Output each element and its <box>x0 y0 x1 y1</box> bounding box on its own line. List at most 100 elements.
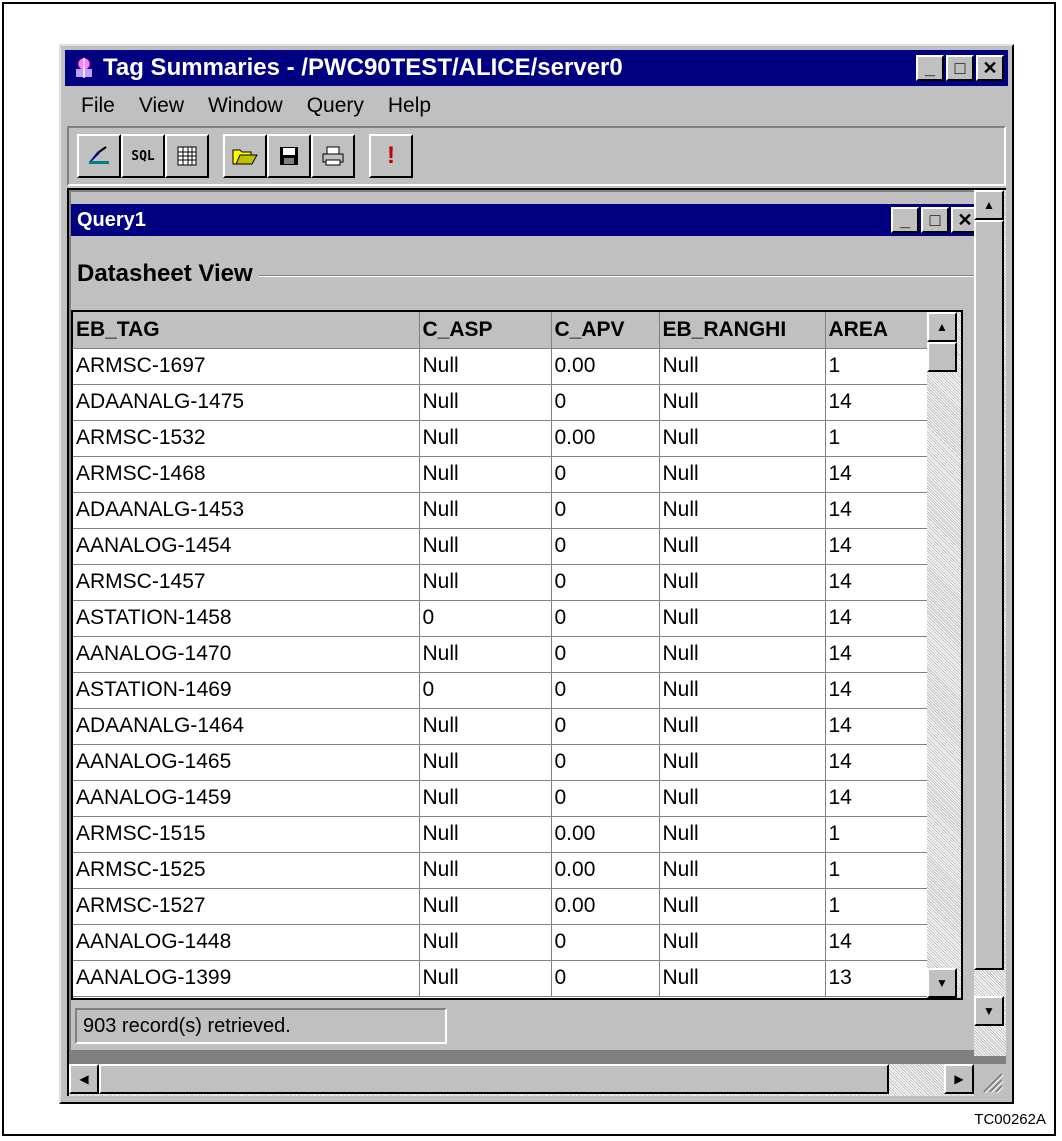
table-cell[interactable]: Null <box>659 744 826 781</box>
table-cell[interactable]: Null <box>659 672 826 709</box>
table-cell[interactable]: ARMSC-1697 <box>73 348 420 385</box>
table-cell[interactable]: AANALOG-1470 <box>73 636 420 673</box>
grid-scroll-down-button[interactable]: ▼ <box>927 968 957 998</box>
table-cell[interactable]: 0 <box>551 672 660 709</box>
mdi-vertical-scrollbar[interactable]: ▲ ▼ <box>974 190 1006 1056</box>
mdi-scroll-left-button[interactable]: ◀ <box>69 1064 99 1094</box>
col-header-c-asp[interactable]: C_ASP <box>419 312 552 349</box>
table-row[interactable]: ADAANALG-1453 Null 0 Null 14 <box>73 492 932 529</box>
mdi-horizontal-scrollbar[interactable]: ◀ ▶ <box>69 1064 974 1096</box>
table-cell[interactable]: 0 <box>551 564 660 601</box>
table-cell[interactable]: Null <box>659 816 826 853</box>
col-header-c-apv[interactable]: C_APV <box>551 312 660 349</box>
open-button[interactable] <box>223 134 267 178</box>
datasheet-button[interactable] <box>165 134 209 178</box>
datasheet-grid[interactable]: EB_TAG C_ASP C_APV EB_RANGHI AREA ARMSC-… <box>71 310 963 1000</box>
menu-query[interactable]: Query <box>297 94 378 118</box>
table-cell[interactable]: Null <box>659 924 826 961</box>
size-grip[interactable] <box>974 1064 1006 1096</box>
table-cell[interactable]: ARMSC-1515 <box>73 816 420 853</box>
mdi-scroll-thumb[interactable] <box>974 220 1004 970</box>
table-row[interactable]: ARMSC-1532 Null 0.00 Null 1 <box>73 420 932 457</box>
table-cell[interactable]: 1 <box>825 852 932 889</box>
grid-vertical-scrollbar[interactable]: ▲ ▼ <box>927 312 961 998</box>
table-cell[interactable]: Null <box>419 924 552 961</box>
table-cell[interactable]: 0.00 <box>551 888 660 925</box>
table-cell[interactable]: 0 <box>551 384 660 421</box>
menu-help[interactable]: Help <box>378 94 445 118</box>
maximize-button[interactable]: □ <box>946 55 974 81</box>
table-cell[interactable]: Null <box>419 960 552 997</box>
table-cell[interactable]: 1 <box>825 348 932 385</box>
mdi-scroll-right-button[interactable]: ▶ <box>944 1064 974 1094</box>
table-cell[interactable]: ARMSC-1525 <box>73 852 420 889</box>
table-cell[interactable]: 14 <box>825 492 932 529</box>
mdi-hscroll-thumb[interactable] <box>99 1064 889 1094</box>
table-cell[interactable]: 14 <box>825 924 932 961</box>
table-cell[interactable]: Null <box>419 564 552 601</box>
table-cell[interactable]: 0 <box>419 672 552 709</box>
table-row[interactable]: ASTATION-1469 0 0 Null 14 <box>73 672 932 709</box>
table-cell[interactable]: 0 <box>551 636 660 673</box>
table-cell[interactable]: Null <box>419 852 552 889</box>
table-cell[interactable]: 1 <box>825 888 932 925</box>
table-cell[interactable]: Null <box>419 348 552 385</box>
table-cell[interactable]: 0.00 <box>551 348 660 385</box>
table-cell[interactable]: 14 <box>825 780 932 817</box>
table-cell[interactable]: Null <box>419 816 552 853</box>
table-cell[interactable]: ARMSC-1468 <box>73 456 420 493</box>
table-row[interactable]: AANALOG-1470 Null 0 Null 14 <box>73 636 932 673</box>
table-cell[interactable]: Null <box>659 852 826 889</box>
table-row[interactable]: ARMSC-1525 Null 0.00 Null 1 <box>73 852 932 889</box>
table-cell[interactable]: Null <box>659 564 826 601</box>
table-cell[interactable]: AANALOG-1399 <box>73 960 420 997</box>
table-cell[interactable]: 14 <box>825 564 932 601</box>
table-cell[interactable]: Null <box>419 384 552 421</box>
table-cell[interactable]: ARMSC-1532 <box>73 420 420 457</box>
col-header-eb-ranghi[interactable]: EB_RANGHI <box>659 312 826 349</box>
table-row[interactable]: ARMSC-1457 Null 0 Null 14 <box>73 564 932 601</box>
table-row[interactable]: ARMSC-1515 Null 0.00 Null 1 <box>73 816 932 853</box>
table-cell[interactable]: Null <box>419 744 552 781</box>
table-cell[interactable]: 14 <box>825 708 932 745</box>
table-cell[interactable]: 14 <box>825 744 932 781</box>
table-cell[interactable]: Null <box>659 960 826 997</box>
run-query-button[interactable]: ! <box>369 134 413 178</box>
sql-button[interactable]: SQL <box>121 134 165 178</box>
table-cell[interactable]: 0.00 <box>551 816 660 853</box>
table-cell[interactable]: 14 <box>825 600 932 637</box>
table-row[interactable]: AANALOG-1448 Null 0 Null 14 <box>73 924 932 961</box>
child-title-bar[interactable]: Query1 _ □ ✕ <box>71 204 983 236</box>
table-cell[interactable]: 0 <box>551 924 660 961</box>
table-row[interactable]: ADAANALG-1475 Null 0 Null 14 <box>73 384 932 421</box>
grid-scroll-thumb[interactable] <box>927 342 957 372</box>
table-cell[interactable]: 14 <box>825 456 932 493</box>
save-button[interactable] <box>267 134 311 178</box>
table-cell[interactable]: ASTATION-1469 <box>73 672 420 709</box>
table-cell[interactable]: Null <box>659 888 826 925</box>
table-cell[interactable]: 1 <box>825 816 932 853</box>
mdi-scroll-up-button[interactable]: ▲ <box>974 190 1004 220</box>
table-cell[interactable]: AANALOG-1465 <box>73 744 420 781</box>
grid-scroll-up-button[interactable]: ▲ <box>927 312 957 342</box>
table-cell[interactable]: 0 <box>551 744 660 781</box>
table-cell[interactable]: Null <box>659 528 826 565</box>
table-cell[interactable]: Null <box>659 492 826 529</box>
menu-window[interactable]: Window <box>198 94 297 118</box>
col-header-area[interactable]: AREA <box>825 312 932 349</box>
table-row[interactable]: AANALOG-1465 Null 0 Null 14 <box>73 744 932 781</box>
table-cell[interactable]: Null <box>659 708 826 745</box>
table-row[interactable]: ARMSC-1468 Null 0 Null 14 <box>73 456 932 493</box>
table-cell[interactable]: 0 <box>551 492 660 529</box>
table-cell[interactable]: 14 <box>825 384 932 421</box>
table-cell[interactable]: Null <box>419 492 552 529</box>
table-cell[interactable]: ASTATION-1458 <box>73 600 420 637</box>
table-cell[interactable]: ADAANALG-1475 <box>73 384 420 421</box>
child-maximize-button[interactable]: □ <box>921 207 949 233</box>
table-cell[interactable]: 14 <box>825 636 932 673</box>
table-row[interactable]: AANALOG-1459 Null 0 Null 14 <box>73 780 932 817</box>
table-cell[interactable]: Null <box>419 636 552 673</box>
table-cell[interactable]: Null <box>419 780 552 817</box>
table-cell[interactable]: AANALOG-1454 <box>73 528 420 565</box>
table-cell[interactable]: Null <box>419 888 552 925</box>
